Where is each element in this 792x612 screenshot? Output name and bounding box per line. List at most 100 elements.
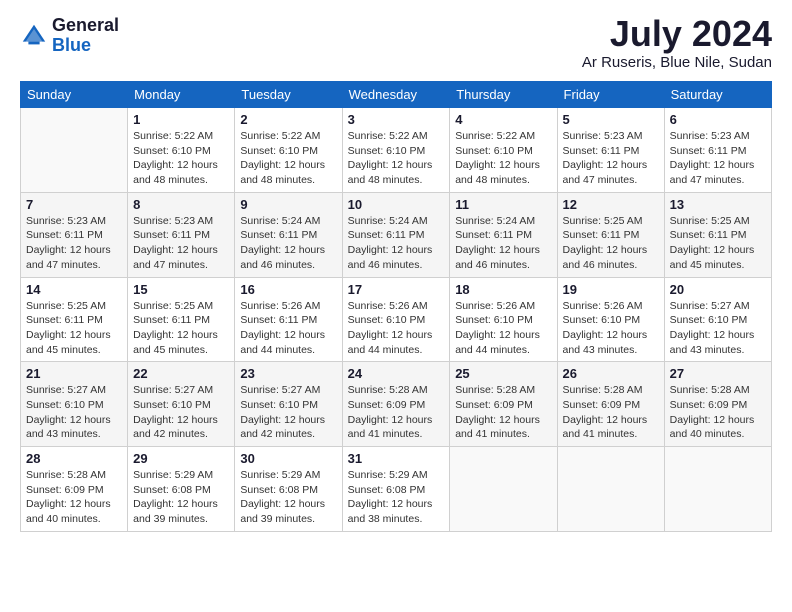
calendar-week-row: 14 Sunrise: 5:25 AM Sunset: 6:11 PM Dayli… bbox=[21, 277, 772, 362]
logo: General Blue bbox=[20, 16, 119, 56]
day-number: 15 bbox=[133, 282, 229, 297]
calendar-cell: 18 Sunrise: 5:26 AM Sunset: 6:10 PM Dayli… bbox=[450, 277, 557, 362]
calendar-cell: 13 Sunrise: 5:25 AM Sunset: 6:11 PM Dayli… bbox=[664, 192, 771, 277]
day-info: Sunrise: 5:29 AM Sunset: 6:08 PM Dayligh… bbox=[240, 468, 336, 527]
calendar-cell bbox=[557, 447, 664, 532]
day-number: 28 bbox=[26, 451, 122, 466]
calendar-cell: 16 Sunrise: 5:26 AM Sunset: 6:11 PM Dayli… bbox=[235, 277, 342, 362]
calendar-cell: 3Sunrise: 5:22 AM Sunset: 6:10 PM Daylig… bbox=[342, 108, 450, 193]
day-number: 1 bbox=[133, 112, 229, 127]
day-number: 29 bbox=[133, 451, 229, 466]
day-number: 21 bbox=[26, 366, 122, 381]
day-number: 30 bbox=[240, 451, 336, 466]
calendar-cell: 9 Sunrise: 5:24 AM Sunset: 6:11 PM Daylig… bbox=[235, 192, 342, 277]
calendar-header-thursday: Thursday bbox=[450, 82, 557, 108]
calendar-cell bbox=[21, 108, 128, 193]
calendar-cell: 28 Sunrise: 5:28 AM Sunset: 6:09 PM Dayli… bbox=[21, 447, 128, 532]
calendar-cell: 6 Sunrise: 5:23 AM Sunset: 6:11 PM Daylig… bbox=[664, 108, 771, 193]
day-info: Sunrise: 5:24 AM Sunset: 6:11 PM Dayligh… bbox=[455, 214, 551, 273]
calendar-cell: 7Sunrise: 5:23 AM Sunset: 6:11 PM Daylig… bbox=[21, 192, 128, 277]
calendar-cell: 10Sunrise: 5:24 AM Sunset: 6:11 PM Dayli… bbox=[342, 192, 450, 277]
day-info: Sunrise: 5:25 AM Sunset: 6:11 PM Dayligh… bbox=[670, 214, 766, 273]
calendar-cell: 30 Sunrise: 5:29 AM Sunset: 6:08 PM Dayli… bbox=[235, 447, 342, 532]
calendar-cell: 24 Sunrise: 5:28 AM Sunset: 6:09 PM Dayli… bbox=[342, 362, 450, 447]
day-number: 8 bbox=[133, 197, 229, 212]
day-info: Sunrise: 5:27 AM Sunset: 6:10 PM Dayligh… bbox=[670, 299, 766, 358]
day-info: Sunrise: 5:24 AM Sunset: 6:11 PM Dayligh… bbox=[240, 214, 336, 273]
calendar-cell: 14Sunrise: 5:25 AM Sunset: 6:11 PM Dayli… bbox=[21, 277, 128, 362]
calendar-cell: 11 Sunrise: 5:24 AM Sunset: 6:11 PM Dayli… bbox=[450, 192, 557, 277]
calendar-cell bbox=[450, 447, 557, 532]
day-info: Sunrise: 5:27 AM Sunset: 6:10 PM Dayligh… bbox=[26, 383, 122, 442]
day-number: 4 bbox=[455, 112, 551, 127]
calendar-week-row: 7Sunrise: 5:23 AM Sunset: 6:11 PM Daylig… bbox=[21, 192, 772, 277]
day-number: 31 bbox=[348, 451, 445, 466]
calendar-header-saturday: Saturday bbox=[664, 82, 771, 108]
calendar-cell bbox=[664, 447, 771, 532]
day-number: 9 bbox=[240, 197, 336, 212]
day-number: 24 bbox=[348, 366, 445, 381]
calendar: SundayMondayTuesdayWednesdayThursdayFrid… bbox=[20, 81, 772, 532]
day-info: Sunrise: 5:22 AM Sunset: 6:10 PM Dayligh… bbox=[455, 129, 551, 188]
day-number: 19 bbox=[563, 282, 659, 297]
day-info: Sunrise: 5:25 AM Sunset: 6:11 PM Dayligh… bbox=[133, 299, 229, 358]
page: General Blue July 2024 Ar Ruseris, Blue … bbox=[0, 0, 792, 612]
calendar-cell: 31 Sunrise: 5:29 AM Sunset: 6:08 PM Dayli… bbox=[342, 447, 450, 532]
day-number: 2 bbox=[240, 112, 336, 127]
day-info: Sunrise: 5:23 AM Sunset: 6:11 PM Dayligh… bbox=[563, 129, 659, 188]
calendar-cell: 27 Sunrise: 5:28 AM Sunset: 6:09 PM Dayli… bbox=[664, 362, 771, 447]
calendar-cell: 17Sunrise: 5:26 AM Sunset: 6:10 PM Dayli… bbox=[342, 277, 450, 362]
day-info: Sunrise: 5:28 AM Sunset: 6:09 PM Dayligh… bbox=[26, 468, 122, 527]
calendar-header-row: SundayMondayTuesdayWednesdayThursdayFrid… bbox=[21, 82, 772, 108]
day-info: Sunrise: 5:26 AM Sunset: 6:10 PM Dayligh… bbox=[455, 299, 551, 358]
logo-line2: Blue bbox=[52, 36, 119, 56]
calendar-cell: 26Sunrise: 5:28 AM Sunset: 6:09 PM Dayli… bbox=[557, 362, 664, 447]
calendar-header-tuesday: Tuesday bbox=[235, 82, 342, 108]
calendar-header-friday: Friday bbox=[557, 82, 664, 108]
day-info: Sunrise: 5:28 AM Sunset: 6:09 PM Dayligh… bbox=[348, 383, 445, 442]
day-number: 12 bbox=[563, 197, 659, 212]
day-number: 16 bbox=[240, 282, 336, 297]
day-info: Sunrise: 5:24 AM Sunset: 6:11 PM Dayligh… bbox=[348, 214, 445, 273]
day-info: Sunrise: 5:26 AM Sunset: 6:11 PM Dayligh… bbox=[240, 299, 336, 358]
calendar-week-row: 28 Sunrise: 5:28 AM Sunset: 6:09 PM Dayli… bbox=[21, 447, 772, 532]
location: Ar Ruseris, Blue Nile, Sudan bbox=[582, 54, 772, 71]
day-number: 23 bbox=[240, 366, 336, 381]
day-number: 26 bbox=[563, 366, 659, 381]
calendar-cell: 21 Sunrise: 5:27 AM Sunset: 6:10 PM Dayli… bbox=[21, 362, 128, 447]
calendar-header-sunday: Sunday bbox=[21, 82, 128, 108]
day-info: Sunrise: 5:29 AM Sunset: 6:08 PM Dayligh… bbox=[133, 468, 229, 527]
calendar-week-row: 1 Sunrise: 5:22 AM Sunset: 6:10 PM Daylig… bbox=[21, 108, 772, 193]
calendar-header-wednesday: Wednesday bbox=[342, 82, 450, 108]
calendar-cell: 2 Sunrise: 5:22 AM Sunset: 6:10 PM Daylig… bbox=[235, 108, 342, 193]
day-number: 6 bbox=[670, 112, 766, 127]
day-info: Sunrise: 5:23 AM Sunset: 6:11 PM Dayligh… bbox=[670, 129, 766, 188]
day-info: Sunrise: 5:23 AM Sunset: 6:11 PM Dayligh… bbox=[26, 214, 122, 273]
calendar-cell: 8Sunrise: 5:23 AM Sunset: 6:11 PM Daylig… bbox=[128, 192, 235, 277]
day-number: 22 bbox=[133, 366, 229, 381]
logo-icon bbox=[20, 22, 48, 50]
day-number: 11 bbox=[455, 197, 551, 212]
day-info: Sunrise: 5:22 AM Sunset: 6:10 PM Dayligh… bbox=[133, 129, 229, 188]
day-number: 27 bbox=[670, 366, 766, 381]
day-info: Sunrise: 5:22 AM Sunset: 6:10 PM Dayligh… bbox=[240, 129, 336, 188]
day-number: 13 bbox=[670, 197, 766, 212]
calendar-cell: 19 Sunrise: 5:26 AM Sunset: 6:10 PM Dayli… bbox=[557, 277, 664, 362]
day-info: Sunrise: 5:27 AM Sunset: 6:10 PM Dayligh… bbox=[133, 383, 229, 442]
calendar-cell: 4 Sunrise: 5:22 AM Sunset: 6:10 PM Daylig… bbox=[450, 108, 557, 193]
day-info: Sunrise: 5:25 AM Sunset: 6:11 PM Dayligh… bbox=[563, 214, 659, 273]
day-number: 18 bbox=[455, 282, 551, 297]
day-info: Sunrise: 5:26 AM Sunset: 6:10 PM Dayligh… bbox=[563, 299, 659, 358]
calendar-header-monday: Monday bbox=[128, 82, 235, 108]
day-number: 20 bbox=[670, 282, 766, 297]
calendar-cell: 5Sunrise: 5:23 AM Sunset: 6:11 PM Daylig… bbox=[557, 108, 664, 193]
logo-text: General Blue bbox=[52, 16, 119, 56]
day-info: Sunrise: 5:28 AM Sunset: 6:09 PM Dayligh… bbox=[670, 383, 766, 442]
day-info: Sunrise: 5:28 AM Sunset: 6:09 PM Dayligh… bbox=[455, 383, 551, 442]
day-info: Sunrise: 5:27 AM Sunset: 6:10 PM Dayligh… bbox=[240, 383, 336, 442]
day-number: 14 bbox=[26, 282, 122, 297]
calendar-cell: 22 Sunrise: 5:27 AM Sunset: 6:10 PM Dayli… bbox=[128, 362, 235, 447]
logo-line1: General bbox=[52, 16, 119, 36]
day-info: Sunrise: 5:22 AM Sunset: 6:10 PM Dayligh… bbox=[348, 129, 445, 188]
day-info: Sunrise: 5:29 AM Sunset: 6:08 PM Dayligh… bbox=[348, 468, 445, 527]
